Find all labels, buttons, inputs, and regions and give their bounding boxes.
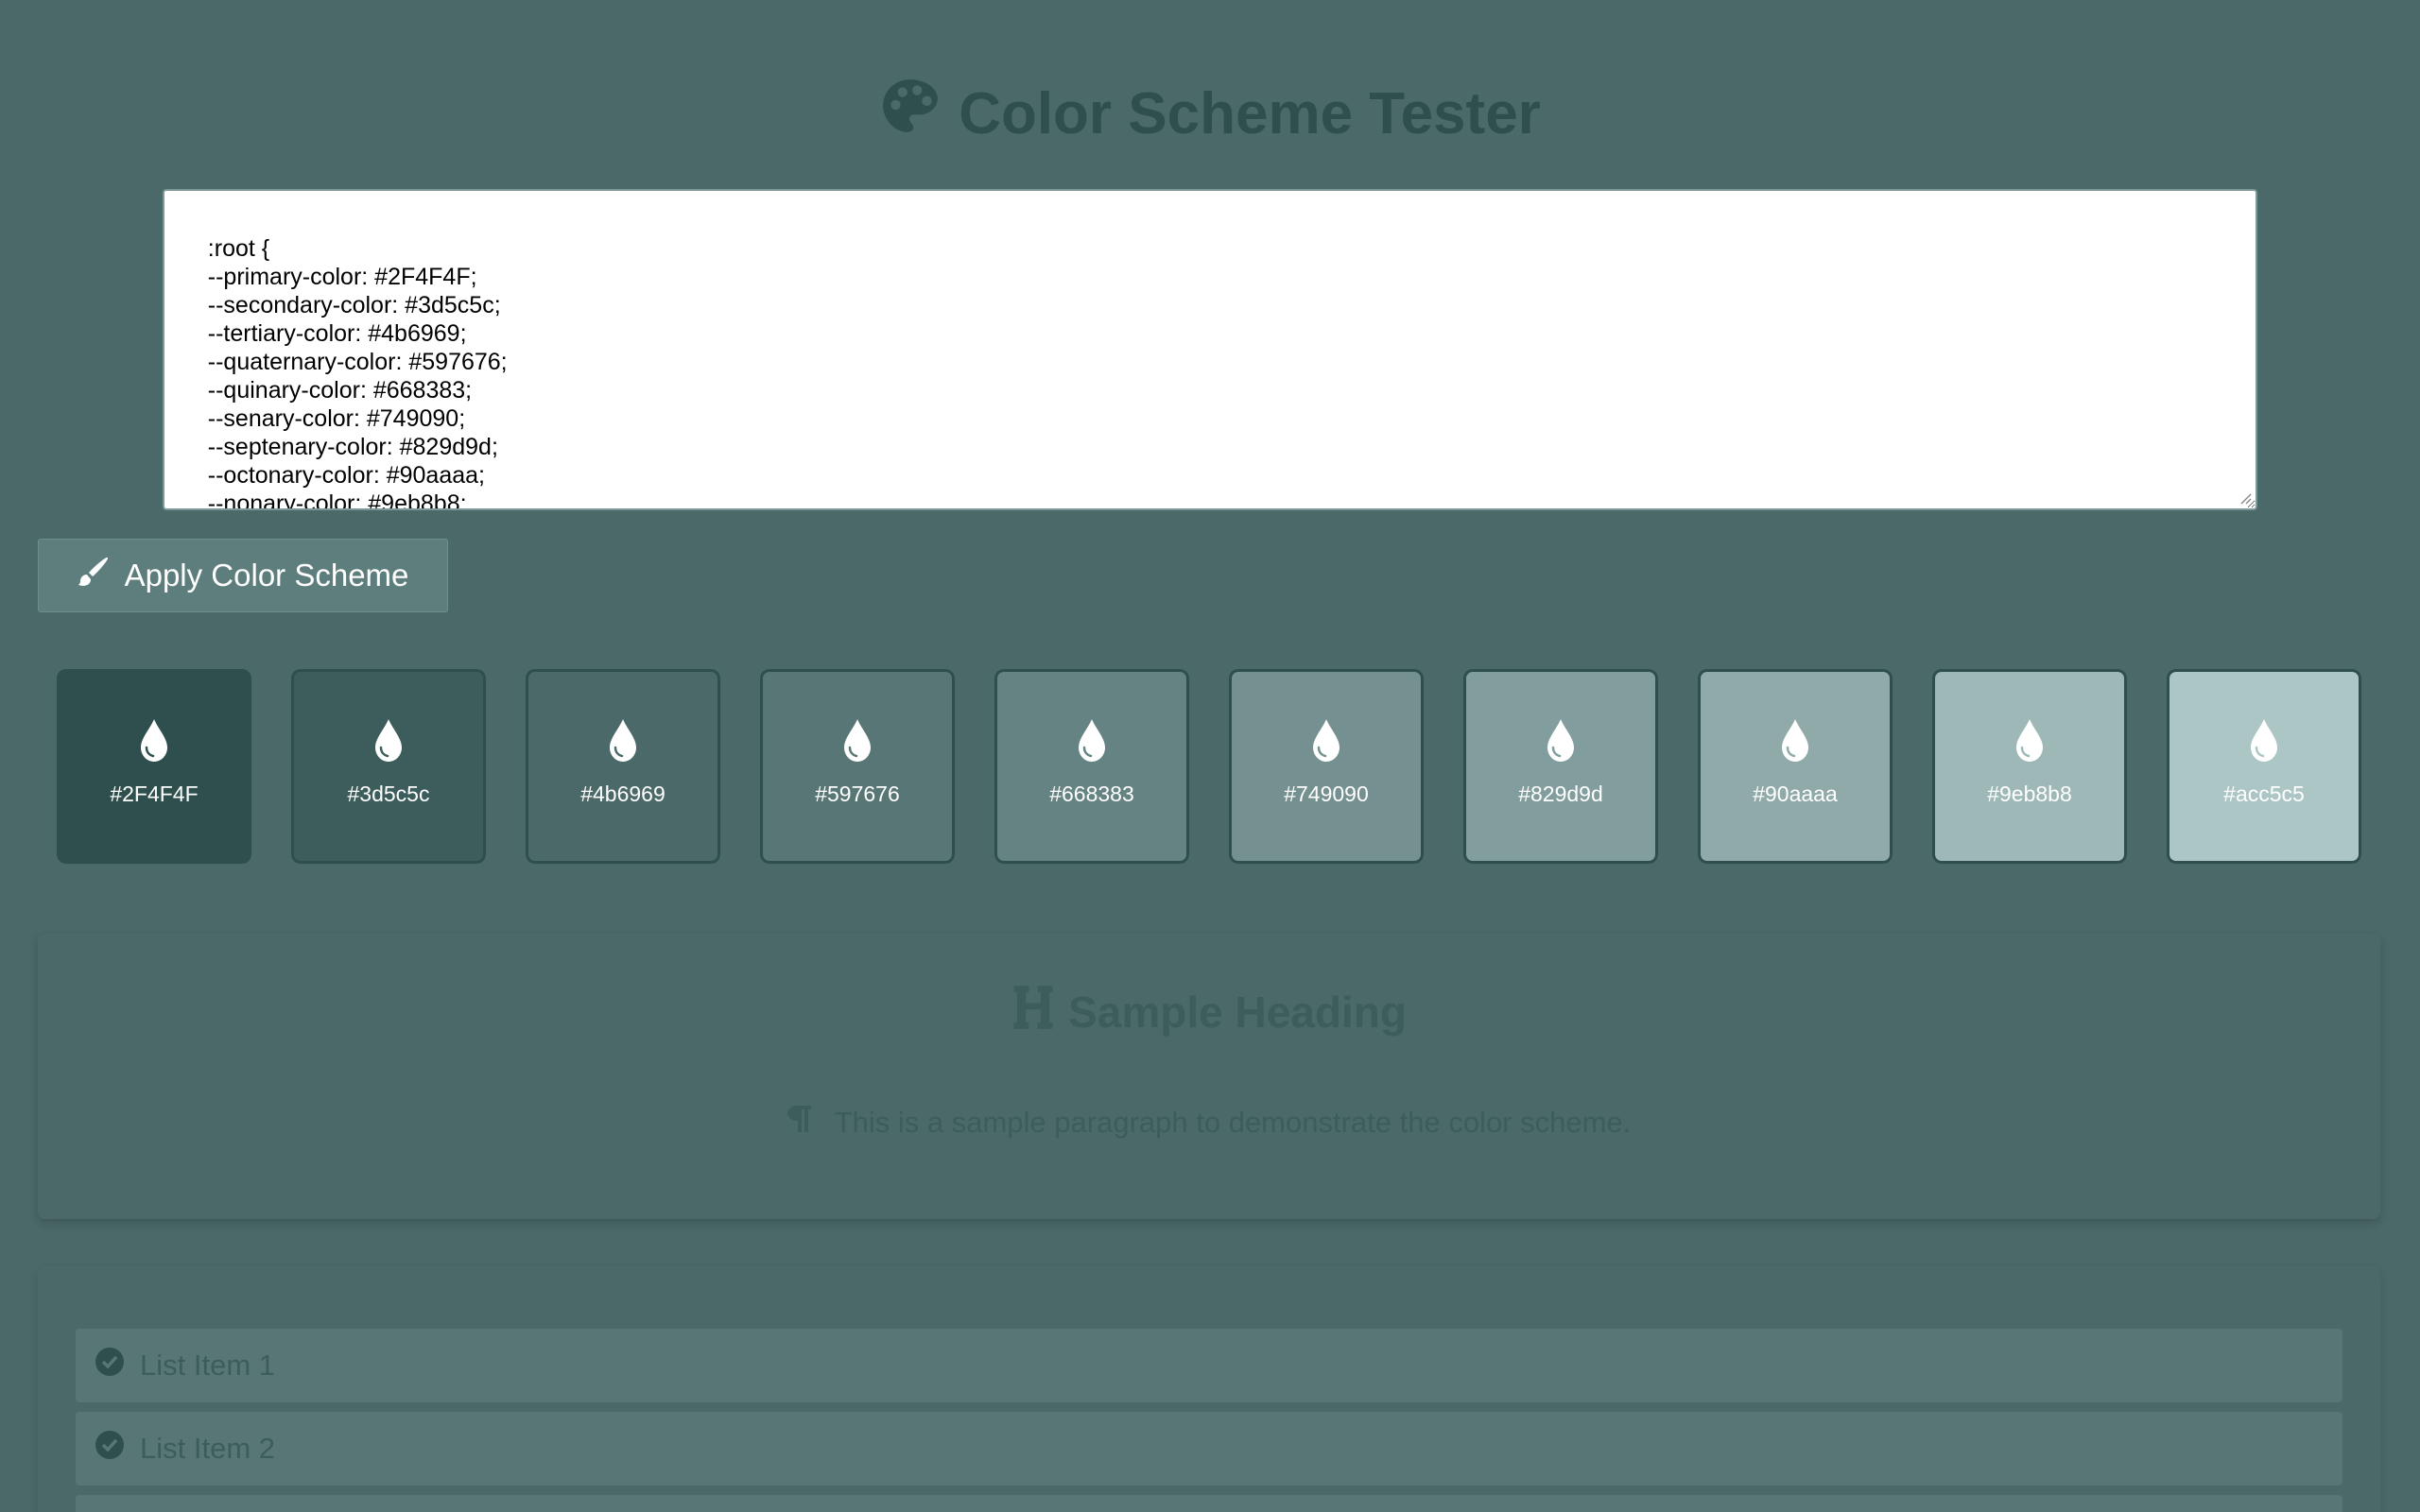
color-swatches: #2F4F4F #3d5c5c #4b6969 #597676 #668383 #7490… (57, 669, 2363, 866)
droplet-icon (1307, 718, 1345, 782)
swatch-label: #9eb8b8 (1987, 781, 2072, 806)
color-swatch[interactable]: #acc5c5 (2167, 669, 2361, 864)
apply-button-label: Apply Color Scheme (124, 558, 409, 593)
check-circle-icon (95, 1347, 125, 1384)
color-swatch[interactable]: #668383 (994, 669, 1189, 864)
list-item[interactable]: List Item 1 (76, 1329, 2342, 1402)
droplet-icon (2245, 718, 2283, 782)
color-swatch[interactable]: #2F4F4F (57, 669, 251, 864)
heading-icon (1011, 984, 1055, 1041)
list-item-label: List Item 2 (140, 1432, 275, 1465)
list-item[interactable] (76, 1495, 2342, 1512)
list-item[interactable]: List Item 2 (76, 1412, 2342, 1486)
swatch-label: #acc5c5 (2223, 781, 2305, 806)
list-card: List Item 1 List Item 2 (38, 1266, 2380, 1512)
sample-heading: Sample Heading (38, 979, 2380, 1045)
swatch-label: #90aaaa (1753, 781, 1838, 806)
check-circle-icon (95, 1430, 125, 1468)
paragraph-icon (786, 1104, 812, 1142)
page-title: Color Scheme Tester (0, 76, 2420, 151)
droplet-icon (1542, 718, 1580, 782)
droplet-icon (370, 718, 407, 782)
css-editor-content[interactable]: :root { --primary-color: #2F4F4F; --seco… (182, 235, 508, 508)
color-swatch[interactable]: #829d9d (1463, 669, 1658, 864)
sample-heading-text: Sample Heading (1068, 988, 1407, 1037)
swatch-label: #3d5c5c (347, 781, 430, 806)
color-swatch[interactable]: #90aaaa (1698, 669, 1893, 864)
swatch-label: #2F4F4F (110, 781, 199, 806)
color-swatch[interactable]: #3d5c5c (291, 669, 486, 864)
swatch-label: #829d9d (1518, 781, 1603, 806)
sample-card: Sample Heading This is a sample paragrap… (38, 934, 2380, 1219)
css-editor-textarea[interactable]: :root { --primary-color: #2F4F4F; --seco… (163, 189, 2257, 510)
apply-color-scheme-button[interactable]: Apply Color Scheme (38, 539, 448, 612)
list-item-label: List Item 1 (140, 1349, 275, 1382)
droplet-icon (604, 718, 642, 782)
sample-paragraph-text: This is a sample paragraph to demonstrat… (834, 1106, 1632, 1139)
sample-paragraph: This is a sample paragraph to demonstrat… (38, 1104, 2380, 1142)
title-text: Color Scheme Tester (959, 80, 1541, 146)
swatch-label: #749090 (1284, 781, 1369, 806)
color-swatch[interactable]: #9eb8b8 (1932, 669, 2127, 864)
droplet-icon (1776, 718, 1814, 782)
palette-icon (879, 76, 942, 152)
color-swatch[interactable]: #4b6969 (526, 669, 720, 864)
resize-grip-icon[interactable] (2238, 491, 2252, 505)
droplet-icon (135, 718, 173, 782)
droplet-icon (838, 718, 876, 782)
droplet-icon (2011, 718, 2048, 782)
swatch-label: #668383 (1049, 781, 1134, 806)
page: Color Scheme Tester :root { --primary-co… (0, 0, 2420, 1512)
paintbrush-icon (78, 556, 110, 595)
swatch-label: #4b6969 (580, 781, 666, 806)
color-swatch[interactable]: #749090 (1229, 669, 1424, 864)
droplet-icon (1073, 718, 1111, 782)
swatch-label: #597676 (815, 781, 900, 806)
color-swatch[interactable]: #597676 (760, 669, 955, 864)
